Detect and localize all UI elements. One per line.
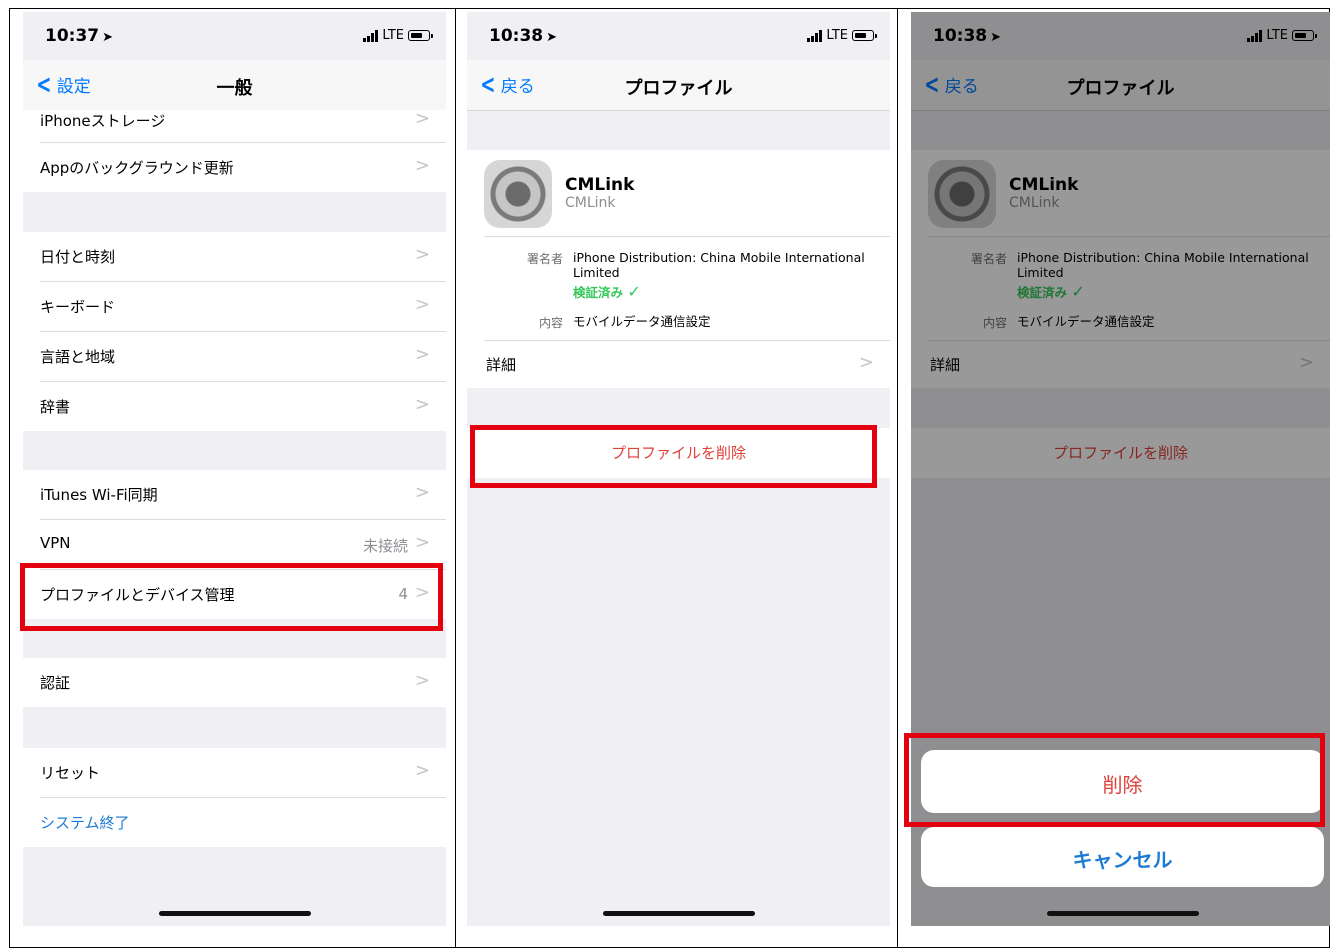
verified-label: 検証済み: [573, 285, 624, 300]
home-indicator: [159, 911, 311, 916]
row-label: Appのバックグラウンド更新: [40, 159, 234, 177]
settings-group-auth: 認証 >: [23, 658, 446, 707]
content-label: 内容: [538, 316, 563, 330]
signal-icon: [363, 29, 379, 42]
home-indicator: [1047, 911, 1199, 916]
screen-general-settings: 10:37 ➤ LTE < 設定 一般 iPhoneストレージ > Appのバックグラ…: [23, 12, 446, 926]
row-label: 言語と地域: [40, 348, 116, 366]
signer-label: 署名者: [526, 252, 563, 266]
location-arrow-icon: ➤: [546, 30, 558, 45]
chevron-right-icon: >: [414, 670, 430, 691]
row-label: キーボード: [40, 298, 116, 316]
profile-subtitle: CMLink: [565, 195, 616, 211]
list-item[interactable]: 辞書 >: [40, 382, 446, 431]
list-item[interactable]: キーボード >: [40, 282, 446, 332]
chevron-right-icon: >: [858, 352, 874, 373]
row-label: 認証: [40, 674, 71, 692]
list-item[interactable]: 認証 >: [40, 658, 446, 707]
signal-icon: [807, 29, 823, 42]
chevron-right-icon: >: [414, 244, 430, 265]
settings-group-reset: リセット > システム終了: [23, 748, 446, 847]
details-label: 詳細: [486, 356, 517, 374]
row-label: iTunes Wi-Fi同期: [40, 486, 158, 504]
page-title: 一般: [216, 78, 253, 99]
shutdown-link[interactable]: システム終了: [40, 798, 446, 847]
page-title: プロファイル: [624, 78, 733, 99]
checkmark-icon: ✓: [627, 282, 641, 301]
chevron-right-icon: >: [414, 482, 430, 503]
highlight-box: [20, 563, 443, 631]
cancel-label: キャンセル: [1072, 848, 1173, 872]
settings-gear-icon: [484, 160, 552, 228]
row-label: 辞書: [40, 398, 71, 416]
row-label: VPN: [40, 534, 71, 552]
row-label: システム終了: [40, 814, 130, 832]
cancel-button[interactable]: キャンセル: [921, 827, 1324, 887]
list-item[interactable]: 言語と地域 >: [40, 332, 446, 382]
location-arrow-icon: ➤: [102, 30, 114, 45]
chevron-right-icon: >: [414, 532, 430, 553]
nav-bar: < 設定 一般: [23, 60, 446, 111]
vpn-status: 未接続: [362, 537, 408, 555]
highlight-box: [470, 425, 877, 488]
row-label: iPhoneストレージ: [40, 112, 166, 130]
chevron-right-icon: >: [414, 760, 430, 781]
status-time: 10:37: [45, 26, 100, 46]
settings-group-storage: iPhoneストレージ > Appのバックグラウンド更新 >: [23, 108, 446, 192]
settings-group-locale: 日付と時刻 > キーボード > 言語と地域 > 辞書 >: [23, 232, 446, 431]
nav-bar: < 戻る プロファイル: [467, 60, 890, 111]
network-type: LTE: [826, 28, 848, 43]
row-label: リセット: [40, 764, 101, 782]
list-item[interactable]: iTunes Wi-Fi同期 >: [40, 470, 446, 520]
status-time: 10:38: [489, 26, 544, 46]
chevron-right-icon: >: [414, 155, 430, 176]
profile-name: CMLink: [565, 175, 635, 195]
chevron-right-icon: >: [414, 294, 430, 315]
chevron-right-icon: >: [414, 108, 430, 129]
status-bar: 10:37 ➤ LTE: [23, 12, 446, 60]
list-item[interactable]: 日付と時刻 >: [40, 232, 446, 282]
status-bar: 10:38 ➤ LTE: [467, 12, 890, 60]
battery-icon: [852, 30, 877, 41]
network-type: LTE: [382, 28, 404, 43]
list-item[interactable]: Appのバックグラウンド更新 >: [40, 143, 446, 192]
content-value: モバイルデータ通信設定: [573, 314, 711, 329]
details-row[interactable]: 詳細 >: [467, 340, 890, 388]
profile-card: CMLink CMLink 署名者 iPhone Distribution: C…: [467, 150, 890, 388]
chevron-right-icon: >: [414, 344, 430, 365]
row-label: 日付と時刻: [40, 248, 116, 266]
chevron-right-icon: >: [414, 394, 430, 415]
signer-value: iPhone Distribution: China Mobile Intern…: [573, 250, 865, 280]
home-indicator: [603, 911, 755, 916]
list-item[interactable]: リセット >: [40, 748, 446, 798]
highlight-box: [904, 733, 1325, 827]
list-item[interactable]: iPhoneストレージ >: [40, 108, 446, 143]
divider: [484, 236, 890, 237]
battery-icon: [408, 30, 433, 41]
